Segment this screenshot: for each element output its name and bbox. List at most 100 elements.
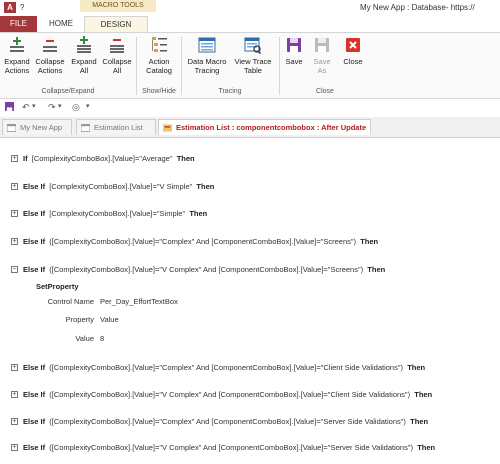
expand-actions-label-2: Actions <box>4 66 30 75</box>
expand-actions-label-1: Expand <box>4 57 30 66</box>
customize-toolbar-icon[interactable]: ▾ <box>86 102 90 110</box>
macro-condition: ([ComplexityComboBox].[Value]="Complex" … <box>49 237 357 246</box>
group-label-show-hide: Show/Hide <box>142 88 176 95</box>
close-button[interactable]: Close <box>339 35 367 66</box>
doc-tab-label: Estimation List : componentcombobox : Af… <box>176 123 367 132</box>
property-value[interactable]: Value <box>100 313 119 327</box>
expand-actions-button[interactable]: Expand Actions <box>2 35 32 75</box>
help-icon[interactable]: ? <box>20 3 29 12</box>
macro-condition: [ComplexityComboBox].[Value]="V Simple" <box>49 182 193 191</box>
collapse-all-label-1: Collapse <box>102 57 132 66</box>
expand-all-label-1: Expand <box>71 57 97 66</box>
collapse-toggle-icon[interactable]: − <box>11 266 18 273</box>
macro-tools-context-label: MACRO TOOLS <box>80 0 156 12</box>
macro-keyword: If <box>23 154 28 163</box>
expand-toggle-icon[interactable]: + <box>11 391 18 398</box>
collapse-actions-label-1: Collapse <box>35 57 65 66</box>
value-value[interactable]: 8 <box>100 332 104 346</box>
expand-toggle-icon[interactable]: + <box>11 238 18 245</box>
save-label: Save <box>285 57 303 66</box>
macro-then: Then <box>417 443 436 452</box>
doc-tab-label: My New App <box>20 123 63 132</box>
expand-toggle-icon[interactable]: + <box>11 418 18 425</box>
set-property-action[interactable]: SetProperty <box>36 280 79 294</box>
macro-keyword: Else If <box>23 265 46 274</box>
group-label-tracing: Tracing <box>218 88 242 95</box>
collapse-all-button[interactable]: Collapse All <box>100 35 134 75</box>
undo-dropdown-icon[interactable]: ▾ <box>32 102 36 110</box>
view-trace-table-label-2: Table <box>244 66 262 75</box>
save-as-button[interactable]: Save As <box>307 35 337 75</box>
tab-file[interactable]: FILE <box>0 16 37 32</box>
run-icon[interactable]: ◎ <box>72 102 80 113</box>
expand-all-button[interactable]: Expand All <box>68 35 100 75</box>
macro-keyword: Else If <box>23 390 46 399</box>
data-macro-tracing-icon <box>198 37 216 53</box>
expand-toggle-icon[interactable]: + <box>11 210 18 217</box>
expand-actions-icon <box>10 37 24 52</box>
collapse-actions-button[interactable]: Collapse Actions <box>32 35 68 75</box>
collapse-all-label-2: All <box>112 66 122 75</box>
doc-tab-estimation-list[interactable]: Estimation List <box>76 119 156 135</box>
control-name-label: Control Name <box>47 297 94 306</box>
access-app-icon[interactable]: A <box>4 2 16 13</box>
save-as-label-1: Save <box>313 57 331 66</box>
macro-then: Then <box>410 417 429 426</box>
group-separator <box>279 37 280 95</box>
macro-then: Then <box>414 390 433 399</box>
macro-keyword: Else If <box>23 443 46 452</box>
expand-toggle-icon[interactable]: + <box>11 364 18 371</box>
collapse-actions-icon <box>43 40 57 52</box>
save-small-icon[interactable] <box>5 102 14 113</box>
macro-condition: ([ComplexityComboBox].[Value]="Complex" … <box>49 363 404 372</box>
group-label-close: Close <box>316 88 334 95</box>
expand-all-label-2: All <box>79 66 89 75</box>
undo-icon[interactable]: ↶ <box>22 102 30 113</box>
view-trace-table-icon <box>244 37 262 55</box>
macro-keyword: Else If <box>23 363 46 372</box>
macro-then: Then <box>367 265 386 274</box>
tab-home[interactable]: HOME <box>40 16 82 32</box>
macro-condition: ([ComplexityComboBox].[Value]="V Complex… <box>49 390 411 399</box>
doc-tab-label: Estimation List <box>94 123 143 132</box>
value-label: Value <box>75 334 94 343</box>
doc-tab-macro-active[interactable]: Estimation List : componentcombobox : Af… <box>158 119 371 135</box>
group-separator <box>181 37 182 95</box>
doc-tab-my-new-app[interactable]: My New App <box>2 119 72 135</box>
macro-condition: [ComplexityComboBox].[Value]="Simple" <box>49 209 186 218</box>
macro-icon <box>163 124 172 132</box>
action-catalog-button[interactable]: Action Catalog <box>140 35 178 75</box>
control-name-value[interactable]: Per_Day_EffortTextBox <box>100 295 178 309</box>
tab-design[interactable]: DESIGN <box>84 16 148 32</box>
macro-condition: ([ComplexityComboBox].[Value]="V Complex… <box>49 265 364 274</box>
macro-keyword: Else If <box>23 182 46 191</box>
save-as-icon <box>315 38 329 52</box>
data-macro-tracing-label-1: Data Macro <box>187 57 227 66</box>
table-icon <box>7 124 16 132</box>
redo-dropdown-icon[interactable]: ▾ <box>58 102 62 110</box>
expand-toggle-icon[interactable]: + <box>11 155 18 162</box>
data-macro-tracing-label-2: Tracing <box>194 66 220 75</box>
expand-all-icon <box>77 36 91 53</box>
view-trace-table-label-1: View Trace <box>234 57 272 66</box>
macro-condition: [ComplexityComboBox].[Value]="Average" <box>31 154 173 163</box>
property-label: Property <box>65 315 94 324</box>
save-as-label-2: As <box>317 66 327 75</box>
view-trace-table-button[interactable]: View Trace Table <box>231 35 275 75</box>
collapse-all-icon <box>110 39 124 53</box>
group-label-collapse-expand: Collapse/Expand <box>41 88 95 95</box>
save-icon <box>287 38 301 52</box>
macro-then: Then <box>189 209 208 218</box>
redo-icon[interactable]: ↷ <box>48 102 56 113</box>
group-separator <box>136 37 137 95</box>
expand-toggle-icon[interactable]: + <box>11 444 18 451</box>
macro-condition: ([ComplexityComboBox].[Value]="V Complex… <box>49 443 414 452</box>
action-catalog-icon <box>152 37 167 52</box>
action-catalog-label-2: Catalog <box>146 66 172 75</box>
table-icon <box>81 124 90 132</box>
expand-toggle-icon[interactable]: + <box>11 183 18 190</box>
collapse-actions-label-2: Actions <box>37 66 63 75</box>
data-macro-tracing-button[interactable]: Data Macro Tracing <box>184 35 230 75</box>
window-title: My New App : Database- https:// <box>360 3 475 12</box>
save-button[interactable]: Save <box>282 35 306 66</box>
